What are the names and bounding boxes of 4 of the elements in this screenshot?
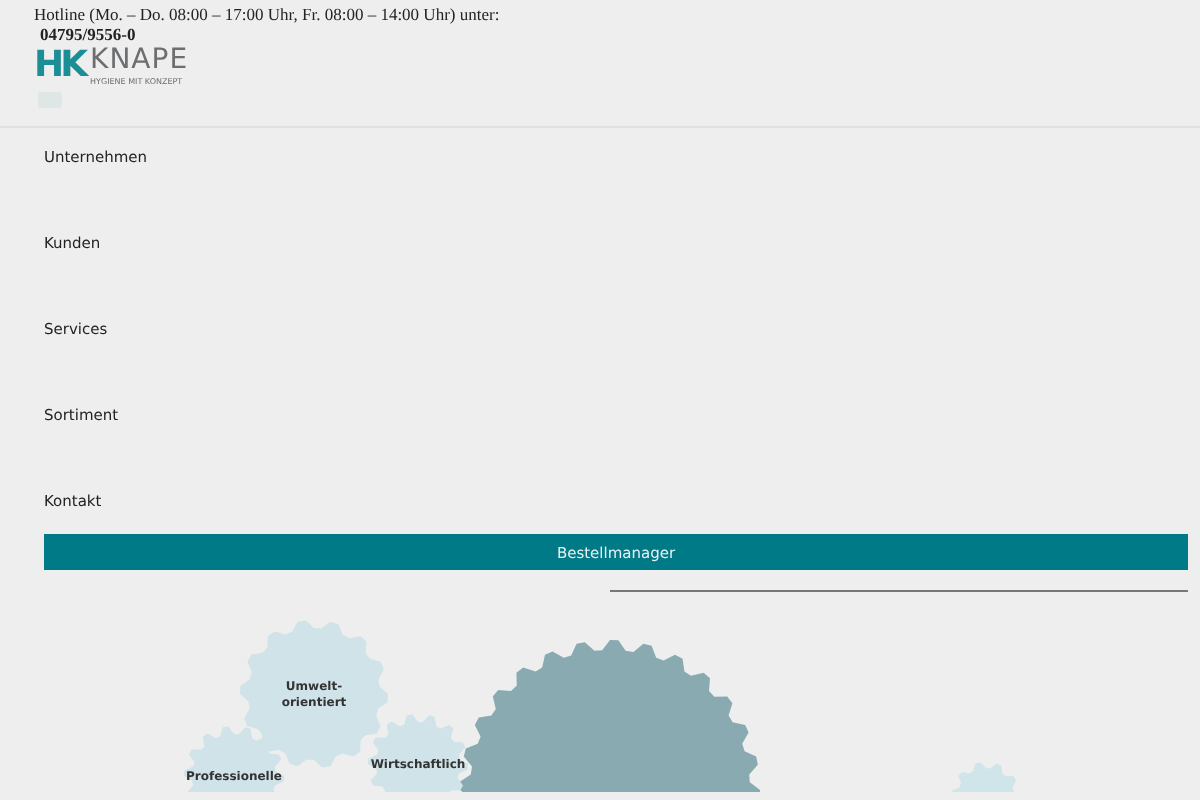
gear-icon (952, 762, 1020, 792)
logo-name[interactable]: KNAPE (90, 46, 189, 76)
hotline-text: Hotline (Mo. – Do. 08:00 – 17:00 Uhr, Fr. 08:00 – 14:00 Uhr) unter: (34, 4, 502, 24)
phone-number: 04795/9556-0 (40, 24, 138, 44)
